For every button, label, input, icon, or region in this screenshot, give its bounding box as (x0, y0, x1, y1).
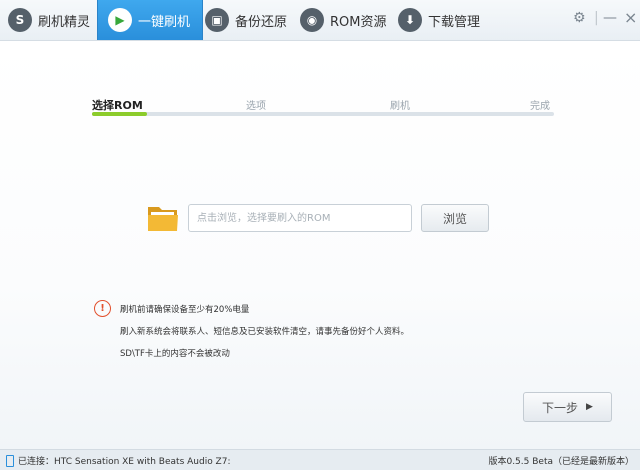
top-navigation-bar: S 刷机精灵 ▶ 一键刷机 ▣ 备份还原 ◉ ROM资源 ⬇ 下载管理 ⚙ | … (0, 0, 640, 41)
step-select-rom: 选择ROM (92, 99, 143, 112)
android-icon: ◉ (300, 8, 324, 32)
step-options: 选项 (246, 101, 266, 112)
status-bar: 已连接：HTC Sensation XE with Beats Audio Z7… (0, 449, 640, 470)
tab-label: ROM资源 (330, 14, 387, 30)
phone-icon (6, 454, 14, 467)
step-flash: 刷机 (390, 101, 410, 112)
window-divider: | (594, 10, 599, 26)
connection-status: 已连接：HTC Sensation XE with Beats Audio Z7… (6, 454, 230, 467)
tab-one-click-flash[interactable]: ▶ 一键刷机 (97, 0, 204, 40)
gear-icon[interactable]: ⚙ (573, 10, 586, 26)
tab-label: 刷机精灵 (38, 14, 91, 30)
close-icon[interactable]: × (624, 8, 637, 27)
warning-battery: 刷机前请确保设备至少有20%电量 (120, 305, 250, 315)
step-progress-fill (92, 112, 148, 116)
tab-backup-restore[interactable]: ▣ 备份还原 (205, 0, 287, 40)
shield-s-icon: S (8, 8, 32, 32)
tab-download-manager[interactable]: ⬇ 下载管理 (398, 0, 480, 40)
connection-text: 已连接：HTC Sensation XE with Beats Audio Z7… (18, 457, 231, 467)
play-icon: ▶ (108, 8, 132, 32)
step-complete: 完成 (530, 101, 550, 112)
tab-flash-wizard[interactable]: S 刷机精灵 (8, 0, 90, 40)
tab-rom-resources[interactable]: ◉ ROM资源 (300, 0, 386, 40)
warning-sd-card: SD\TF卡上的内容不会被改动 (120, 349, 230, 359)
step-progress-track (92, 112, 554, 116)
play-arrow-icon: ▶ (586, 402, 593, 412)
rom-path-input[interactable] (188, 204, 412, 232)
version-info: 版本0.5.5 Beta（已经是最新版本） (488, 457, 634, 467)
next-step-label: 下一步 (542, 400, 579, 415)
tab-label: 备份还原 (235, 14, 288, 30)
folder-icon (148, 207, 178, 231)
download-icon: ⬇ (398, 8, 422, 32)
tab-label: 一键刷机 (138, 14, 191, 30)
warning-icon: ! (94, 300, 111, 317)
main-panel: 选择ROM 选项 刷机 完成 浏览 ! 刷机前请确保设备至少有20%电量 刷入新… (0, 41, 640, 449)
next-step-button[interactable]: 下一步 ▶ (523, 392, 612, 422)
minimize-icon[interactable]: — (603, 10, 617, 26)
warning-data-wipe: 刷入新系统会将联系人、短信息及已安装软件清空，请事先备份好个人资料。 (120, 327, 410, 337)
browse-button[interactable]: 浏览 (421, 204, 489, 232)
backup-icon: ▣ (205, 8, 229, 32)
tab-label: 下载管理 (428, 14, 481, 30)
